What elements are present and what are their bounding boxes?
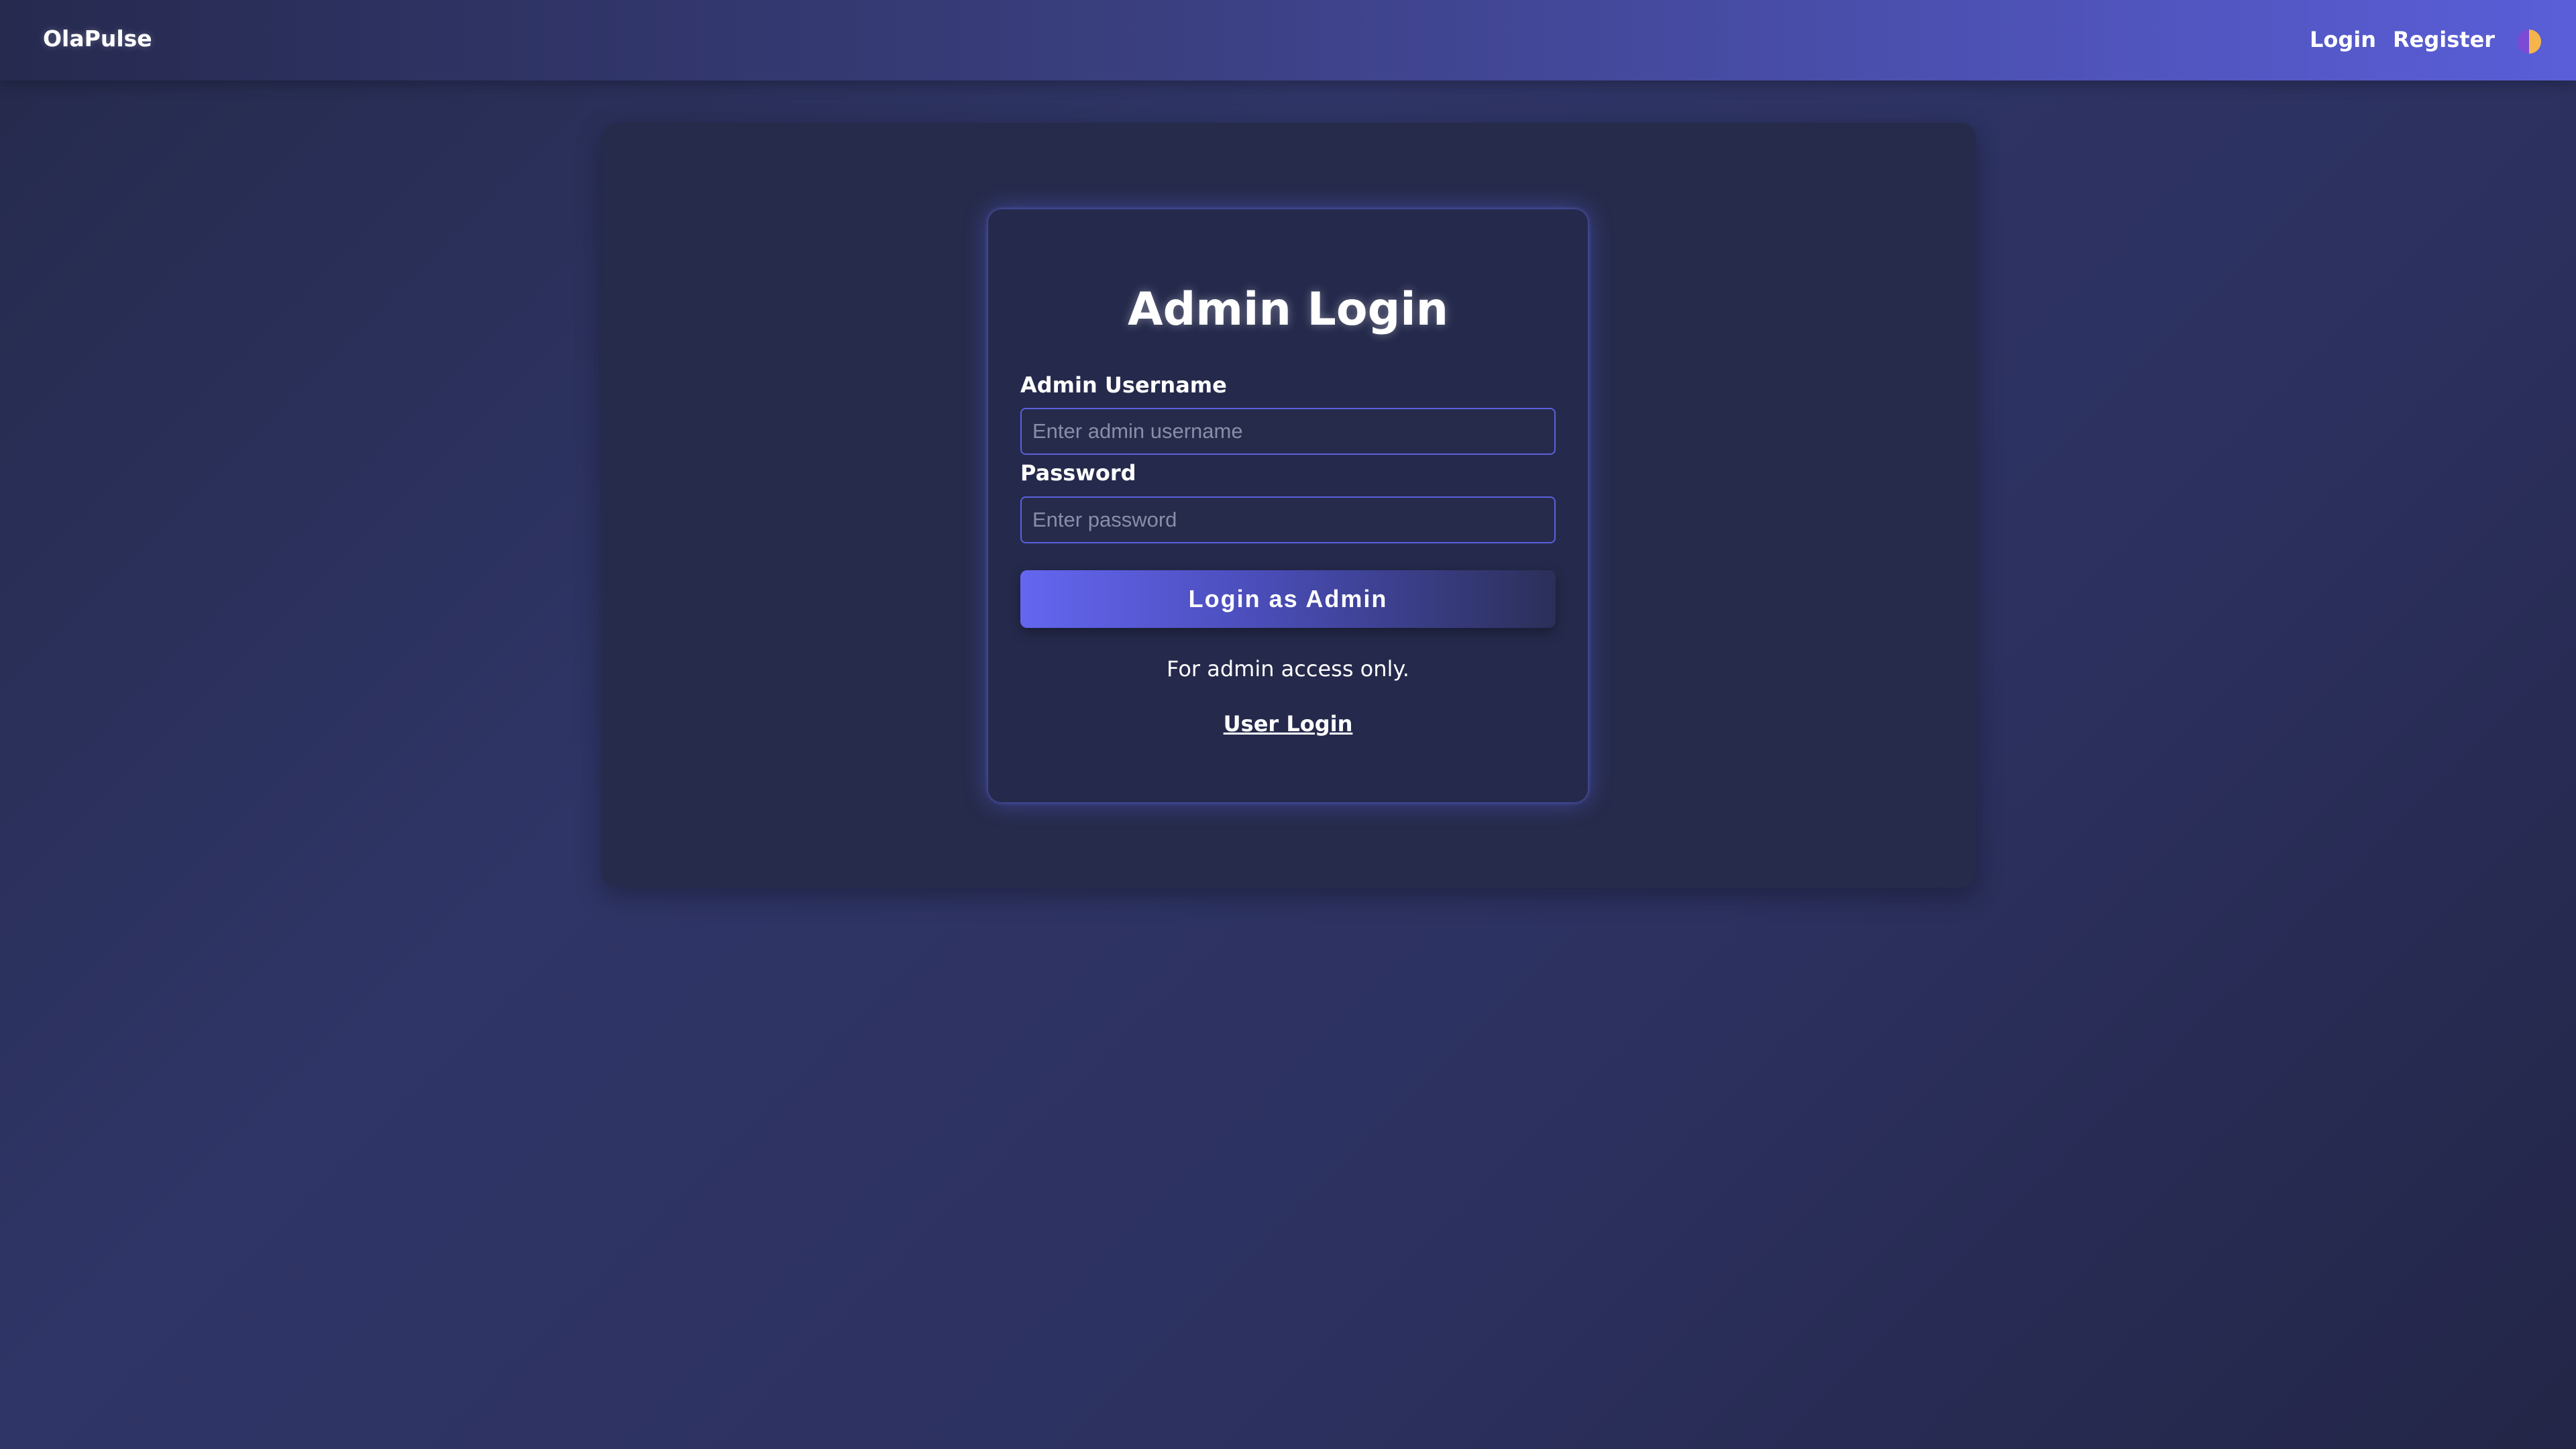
login-as-admin-button[interactable]: Login as Admin — [1020, 570, 1556, 628]
nav-login-link[interactable]: Login — [2310, 27, 2376, 52]
nav-register-link[interactable]: Register — [2393, 27, 2495, 52]
admin-login-card: Admin Login Admin Username Password Logi… — [988, 209, 1588, 802]
brand-logo[interactable]: OlaPulse — [43, 25, 152, 52]
username-label: Admin Username — [1020, 372, 1227, 398]
top-navbar: OlaPulse Login Register — [0, 0, 2576, 80]
user-login-link[interactable]: User Login — [988, 711, 1588, 737]
password-input[interactable] — [1020, 496, 1556, 543]
password-label: Password — [1020, 460, 1136, 486]
admin-username-input[interactable] — [1020, 408, 1556, 455]
theme-toggle-icon[interactable] — [2517, 30, 2541, 54]
page-title: Admin Login — [1128, 283, 1448, 336]
admin-access-note: For admin access only. — [1167, 656, 1409, 682]
